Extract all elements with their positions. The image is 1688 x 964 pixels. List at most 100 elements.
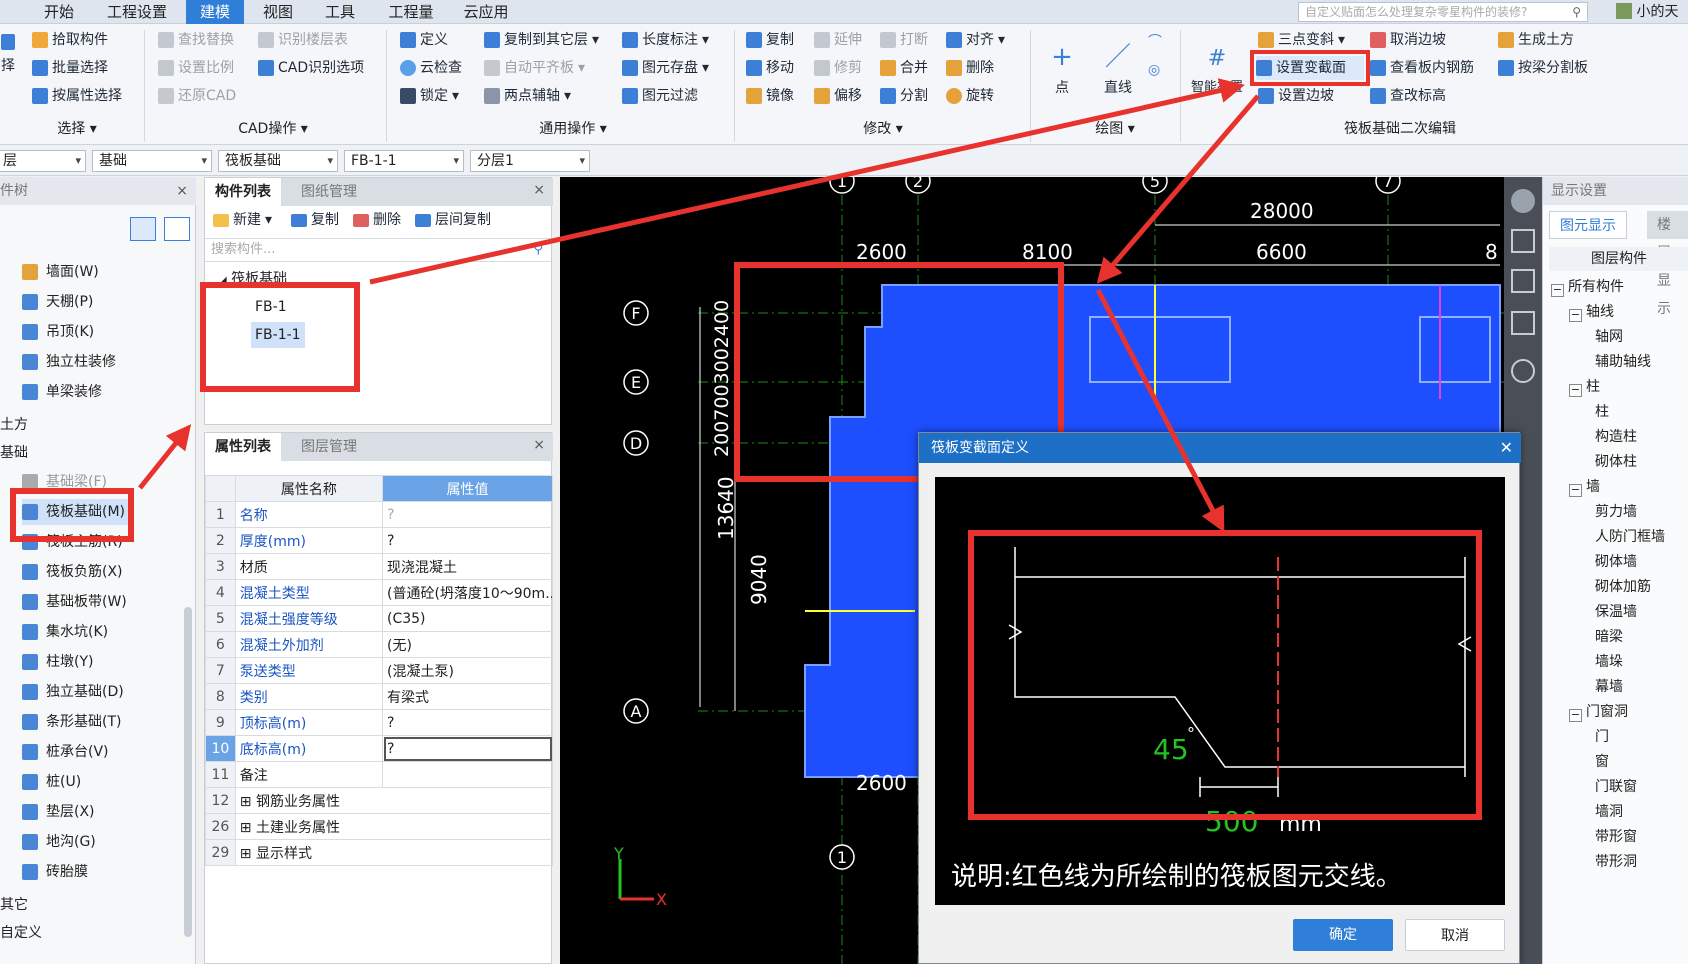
cancel-button[interactable]: 取消 [1405, 919, 1505, 951]
close-icon[interactable]: × [533, 437, 545, 453]
nav-item-ceiling[interactable]: 天棚(P) [22, 289, 93, 315]
define-button[interactable]: 定义 [400, 28, 448, 52]
display-tree-item[interactable]: 轴网 [1587, 325, 1623, 350]
display-tree-item[interactable]: 窗 [1587, 750, 1609, 775]
batch-select-button[interactable]: 批量选择 [32, 56, 108, 80]
table-row[interactable]: 2 厚度(mm)? [205, 527, 553, 554]
orbit-icon[interactable] [1511, 189, 1535, 213]
cad-recognize-options-button[interactable]: CAD识别选项 [258, 56, 364, 80]
auto-align-slab-button[interactable]: 自动平齐板 ▾ [484, 56, 585, 80]
menu-tab-quantities[interactable]: 工程量 [376, 0, 446, 24]
draw-point-button[interactable]: + 点 [1044, 30, 1080, 100]
rotate-button[interactable]: 旋转 [946, 84, 994, 108]
display-tree-item[interactable]: 带形窗 [1587, 825, 1637, 850]
property-value[interactable]: ? [382, 501, 553, 528]
ok-button[interactable]: 确定 [1293, 919, 1393, 951]
list-view-icon[interactable] [130, 217, 156, 241]
table-row[interactable]: 29 ⊞ 显示样式 [205, 839, 554, 866]
display-tree-item[interactable]: 砌体加筋 [1587, 575, 1651, 600]
search-icon[interactable]: ⚲ [533, 239, 543, 261]
menu-tab-project-settings[interactable]: 工程设置 [96, 0, 178, 24]
mirror-button[interactable]: 镜像 [746, 84, 794, 108]
display-tree-item[interactable]: 辅助轴线 [1587, 350, 1651, 375]
grid-view-icon[interactable] [164, 217, 190, 241]
display-tree-item[interactable]: 砌体柱 [1587, 450, 1637, 475]
offset-button[interactable]: 偏移 [814, 84, 862, 108]
display-tree-item[interactable]: 柱 [1587, 400, 1609, 425]
check-elevation-button[interactable]: 查改标高 [1370, 84, 1446, 108]
new-component-button[interactable]: 新建 ▾ [213, 208, 272, 232]
delete-component-button[interactable]: 删除 [353, 208, 401, 232]
display-tree-item[interactable]: 门联窗 [1587, 775, 1637, 800]
table-row[interactable]: 10 底标高(m)? [205, 735, 553, 762]
nav-section-custom[interactable]: 自定义 [0, 921, 42, 945]
recognize-floor-table-button[interactable]: 识别楼层表 [258, 28, 348, 52]
smart-layout-button[interactable]: # 智能布置 [1191, 30, 1243, 100]
nav-item-suspended-ceiling[interactable]: 吊顶(K) [22, 319, 94, 345]
nav-item-trench[interactable]: 地沟(G) [22, 829, 96, 855]
element-store-button[interactable]: 图元存盘 ▾ [622, 56, 709, 80]
split-button[interactable]: 分割 [880, 84, 928, 108]
display-tree-item[interactable]: 保温墙 [1587, 600, 1637, 625]
collapse-icon[interactable]: − [1569, 384, 1582, 397]
menu-tab-modeling[interactable]: 建模 [186, 0, 244, 24]
menu-tab-view[interactable]: 视图 [252, 0, 304, 24]
expand-icon[interactable]: ⊞ [240, 794, 256, 810]
tab-drawing-management[interactable]: 图纸管理 [291, 178, 367, 206]
lock-button[interactable]: 锁定 ▾ [400, 84, 459, 108]
display-tree-item[interactable]: 构造柱 [1587, 425, 1637, 450]
three-point-slope-button[interactable]: 三点变斜 ▾ [1258, 28, 1345, 52]
property-value[interactable]: ? [382, 709, 553, 736]
select-by-attribute-button[interactable]: 按属性选择 [32, 84, 122, 108]
draw-arc-button[interactable]: ⌒ [1148, 30, 1168, 54]
collapse-icon[interactable]: − [1551, 284, 1564, 297]
floor-copy-button[interactable]: 层间复制 [415, 208, 491, 232]
collapse-icon[interactable]: − [1569, 484, 1582, 497]
table-row[interactable]: 6 混凝土外加剂 (无) [205, 631, 553, 658]
tree-node-fb-1-1[interactable]: FB-1-1 [251, 322, 305, 348]
table-row[interactable]: 4 混凝土类型 (普通砼(坍落度10～90m... [205, 579, 553, 606]
property-value[interactable] [382, 761, 553, 788]
set-scale-button[interactable]: 设置比例 [158, 56, 234, 80]
display-tree-item[interactable]: 暗梁 [1587, 625, 1623, 650]
display-tree-item[interactable]: − 墙 [1569, 475, 1600, 500]
nav-section-earthwork[interactable]: 土方 [0, 413, 28, 437]
display-tree-item[interactable]: 人防门框墙 [1587, 525, 1665, 550]
menu-tab-cloud[interactable]: 云应用 [454, 0, 518, 24]
element-filter-button[interactable]: 图元过滤 [622, 84, 698, 108]
display-tree-item[interactable]: − 门窗洞 [1569, 700, 1628, 725]
display-tree-item[interactable]: − 所有构件 [1551, 275, 1624, 300]
extend-button[interactable]: 延伸 [814, 28, 862, 52]
tab-element-display[interactable]: 图元显示 [1549, 211, 1627, 239]
nav-scrollbar[interactable] [184, 607, 192, 937]
delete-button[interactable]: 删除 [946, 56, 994, 80]
table-row[interactable]: 5 混凝土强度等级 (C35) [205, 605, 553, 632]
table-row[interactable]: 8 类别 有梁式 [205, 683, 553, 710]
user-account[interactable]: 小的天 [1616, 0, 1688, 24]
display-tree-item[interactable]: 墙垛 [1587, 650, 1623, 675]
set-edge-slope-button[interactable]: 设置边坡 [1258, 84, 1334, 108]
nav-item-cushion[interactable]: 垫层(X) [22, 799, 95, 825]
display-tree-item[interactable]: 幕墙 [1587, 675, 1623, 700]
nav-item-column-finish[interactable]: 独立柱装修 [22, 349, 116, 375]
nav-item-raft-foundation[interactable]: 筏板基础(M) [22, 499, 130, 525]
draw-line-button[interactable]: ／ 直线 [1098, 30, 1138, 100]
group-label-cad[interactable]: CAD操作 ▾ [218, 118, 328, 140]
view-rebar-button[interactable]: 查看板内钢筋 [1370, 56, 1474, 80]
display-tree-item[interactable]: 砌体墙 [1587, 550, 1637, 575]
nav-item-beam-finish[interactable]: 单梁装修 [22, 379, 102, 405]
expand-icon[interactable]: ⊞ [240, 820, 256, 836]
group-label-common[interactable]: 通用操作 ▾ [518, 118, 628, 140]
dialog-title-bar[interactable]: 筏板变截面定义 ✕ [919, 433, 1521, 463]
nav-item-raft-negative-rebar[interactable]: 筏板负筋(X) [22, 559, 123, 585]
copy-button[interactable]: 复制 [746, 28, 794, 52]
display-tree-item[interactable]: 墙洞 [1587, 800, 1623, 825]
nav-item-foundation-beam[interactable]: 基础梁(F) [22, 469, 107, 495]
layer-select[interactable]: 分层1 [470, 150, 590, 172]
rotate-view-icon[interactable] [1511, 359, 1535, 383]
nav-item-strip-footing[interactable]: 条形基础(T) [22, 709, 121, 735]
menu-tab-start[interactable]: 开始 [30, 0, 88, 24]
3d-view-icon[interactable] [1511, 229, 1535, 253]
table-row[interactable]: 9 顶标高(m)? [205, 709, 553, 736]
trim-button[interactable]: 修剪 [814, 56, 862, 80]
